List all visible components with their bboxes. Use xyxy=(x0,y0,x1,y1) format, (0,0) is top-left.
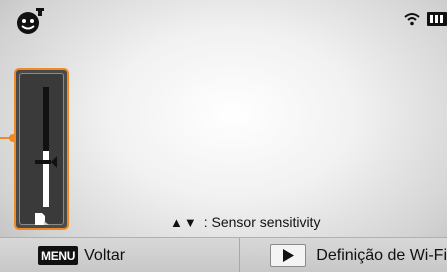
battery-icon xyxy=(427,12,447,26)
up-down-arrows-icon: ▲▼ xyxy=(170,214,198,230)
play-icon xyxy=(283,249,295,262)
back-label: Voltar xyxy=(84,246,126,264)
hint-text: : Sensor sensitivity xyxy=(203,214,321,230)
wifi-setting-button[interactable]: Definição de Wi-Fi xyxy=(240,238,447,272)
sensitivity-slider[interactable] xyxy=(14,68,69,230)
wifi-setting-label: Definição de Wi-Fi xyxy=(316,246,447,264)
play-key xyxy=(270,244,307,267)
slider-track-upper xyxy=(43,87,49,151)
slider-frame xyxy=(19,73,64,225)
menu-key: MENU xyxy=(38,246,79,265)
sensitivity-hint: ▲▼ : Sensor sensitivity xyxy=(170,212,320,232)
slider-thumb[interactable] xyxy=(35,155,57,168)
bottom-bar: MENU Voltar Definição de Wi-Fi xyxy=(0,237,447,272)
camera-screen: ▲▼ : Sensor sensitivity MENU Voltar Defi… xyxy=(0,0,447,272)
sensor-icon xyxy=(35,213,49,225)
smart-face-mode-icon xyxy=(17,8,44,34)
wifi-icon xyxy=(404,13,420,26)
back-button[interactable]: MENU Voltar xyxy=(0,238,241,272)
